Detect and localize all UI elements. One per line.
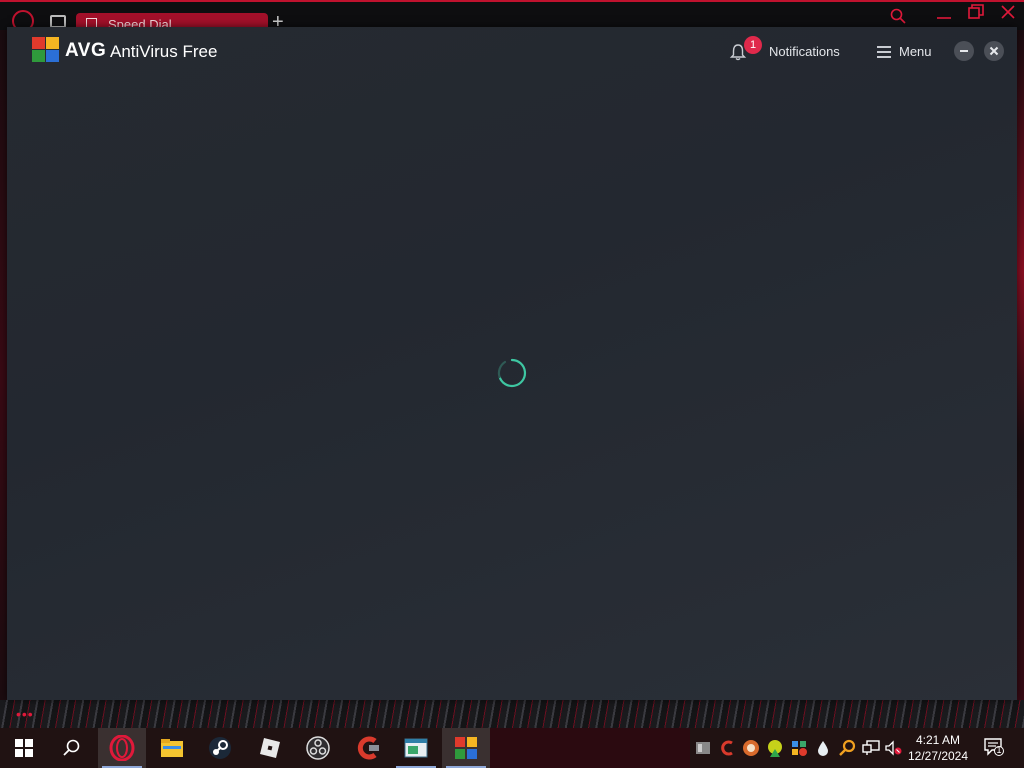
taskbar-steam[interactable]	[196, 728, 244, 768]
close-icon	[989, 46, 999, 56]
action-center-button[interactable]: 1	[984, 738, 1004, 756]
avg-header: AVG AntiVirus Free 1 Notifications Menu	[7, 27, 1017, 75]
taskbar-roblox[interactable]	[246, 728, 294, 768]
minimize-icon	[960, 50, 968, 52]
taskbar-search-button[interactable]	[48, 728, 96, 768]
clock-time: 4:21 AM	[915, 733, 961, 747]
menu-label: Menu	[899, 44, 932, 59]
taskbar-opera[interactable]	[98, 728, 146, 768]
volume-muted-icon[interactable]	[884, 739, 902, 757]
network-icon[interactable]	[862, 739, 880, 757]
avg-window: AVG AntiVirus Free 1 Notifications Menu	[7, 27, 1017, 700]
taskbar-avg[interactable]	[442, 728, 490, 768]
notifications-label: Notifications	[769, 44, 840, 59]
file-explorer-icon	[161, 739, 183, 757]
desktop: Speed Dial + ••• AVG AntiVirus Free 1 No…	[0, 0, 1024, 768]
action-center-count: 1	[996, 745, 1002, 755]
system-clock[interactable]: 4:21 AM 12/27/2024	[906, 732, 970, 764]
obs-icon	[306, 736, 330, 760]
opera-icon	[109, 735, 135, 761]
avg-icon	[455, 737, 477, 759]
search-icon	[63, 739, 80, 756]
loading-spinner-icon	[497, 358, 527, 388]
browser-close-icon[interactable]	[1000, 4, 1016, 25]
ccleaner-icon	[357, 736, 379, 760]
tray-ccleaner-icon[interactable]	[718, 739, 736, 757]
app-window-icon	[404, 738, 428, 758]
notification-badge: 1	[744, 36, 762, 54]
steam-icon	[209, 737, 231, 759]
tray-network-apps-icon[interactable]	[790, 739, 808, 757]
taskbar-empty-area	[490, 728, 690, 768]
avg-logo-icon	[32, 37, 62, 63]
taskbar-ccleaner[interactable]	[344, 728, 392, 768]
browser-restore-icon[interactable]	[968, 4, 984, 25]
start-icon	[15, 739, 33, 757]
sidebar-more-icon[interactable]: •••	[16, 706, 34, 722]
browser-scrollbar[interactable]	[1016, 30, 1024, 720]
taskbar-app-window[interactable]	[392, 728, 440, 768]
taskbar: 4:21 AM 12/27/2024 1	[0, 728, 1024, 768]
product-name: AntiVirus Free	[110, 42, 218, 61]
tray-search-tool-icon[interactable]	[838, 739, 856, 757]
browser-search-icon[interactable]	[890, 8, 906, 29]
taskbar-obs[interactable]	[294, 728, 342, 768]
wallpaper-strip	[0, 700, 1024, 728]
tray-storage-icon[interactable]	[694, 739, 712, 757]
tray-opera-gx-icon[interactable]	[742, 739, 760, 757]
start-button[interactable]	[0, 728, 48, 768]
clock-date: 12/27/2024	[907, 749, 969, 763]
avg-brand: AVG	[65, 40, 107, 61]
avg-close-button[interactable]	[984, 41, 1004, 61]
browser-titlebar: Speed Dial +	[0, 0, 1024, 33]
avg-minimize-button[interactable]	[954, 41, 974, 61]
roblox-icon	[260, 738, 280, 758]
tray-drop-icon[interactable]	[814, 739, 832, 757]
taskbar-file-explorer[interactable]	[148, 728, 196, 768]
tray-update-icon[interactable]	[766, 739, 784, 757]
hamburger-icon	[877, 46, 891, 58]
browser-minimize-icon[interactable]	[936, 4, 952, 25]
